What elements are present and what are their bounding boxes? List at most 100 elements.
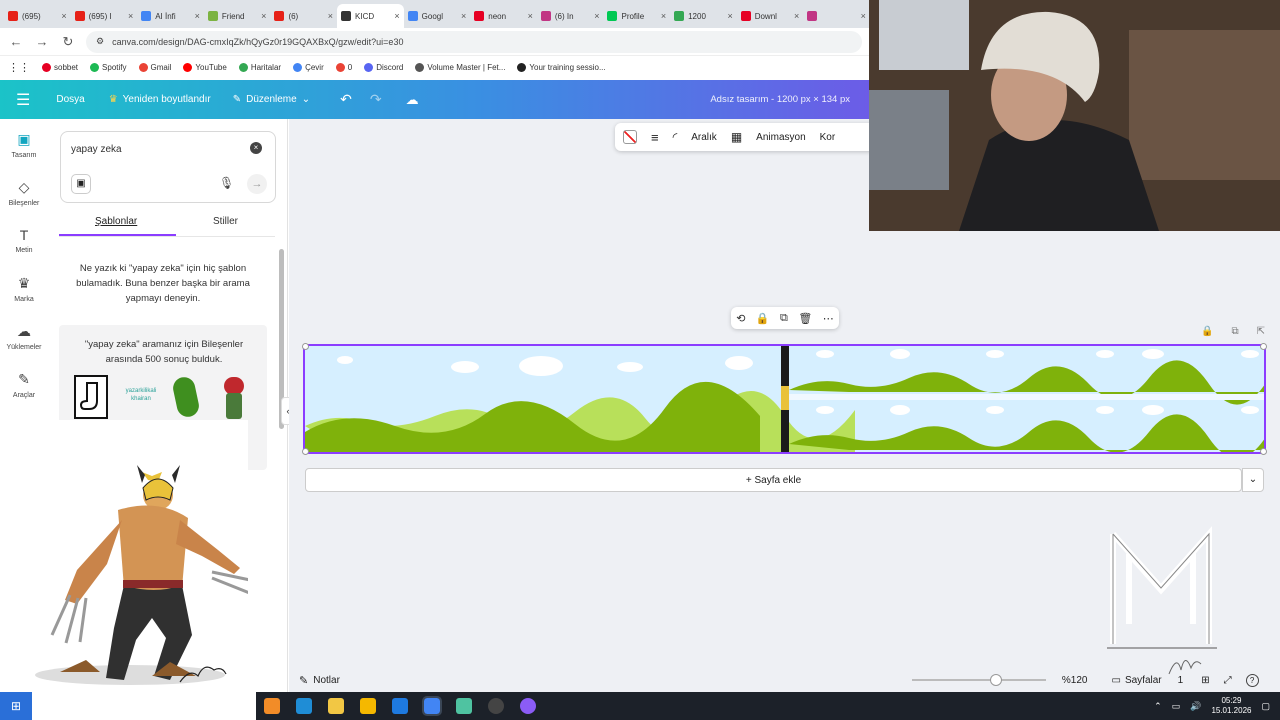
- page-share-icon[interactable]: ⇱: [1257, 326, 1265, 340]
- taskbar-app-icon[interactable]: [520, 698, 536, 714]
- notes-icon[interactable]: ✎: [299, 674, 308, 687]
- url-input[interactable]: ⚙ canva.com/design/DAG-cmxIqZk/hQyGz0r19…: [86, 30, 862, 53]
- selection-handle[interactable]: [1260, 448, 1267, 455]
- taskbar-search[interactable]: [32, 692, 256, 720]
- pages-button[interactable]: Sayfalar: [1125, 675, 1162, 686]
- browser-tab[interactable]: neon ×: [470, 4, 537, 28]
- file-explorer-icon[interactable]: [328, 698, 344, 714]
- browser-tab[interactable]: Friend ×: [204, 4, 271, 28]
- tab-close-icon[interactable]: ×: [394, 11, 399, 21]
- bookmark-item[interactable]: sobbet: [42, 62, 78, 72]
- lock-icon[interactable]: 🔒: [756, 312, 770, 325]
- edge-icon[interactable]: [296, 698, 312, 714]
- bookmark-item[interactable]: Discord: [364, 62, 403, 72]
- duplicate-icon[interactable]: ⧉: [780, 312, 788, 325]
- mail-icon[interactable]: [392, 698, 408, 714]
- edit-mode-button[interactable]: ✎ Düzenleme ⌄: [233, 94, 310, 105]
- bookmark-item[interactable]: Spotify: [90, 62, 127, 72]
- search-input[interactable]: yapay zeka: [71, 144, 122, 155]
- bookmark-item[interactable]: Your training sessio...: [517, 62, 606, 72]
- forward-icon[interactable]: →: [34, 34, 50, 49]
- add-page-button[interactable]: + Sayfa ekle: [305, 468, 1242, 492]
- tab-close-icon[interactable]: ×: [195, 11, 200, 21]
- undo-icon[interactable]: ↶: [340, 91, 352, 108]
- bookmark-item[interactable]: Volume Master | Fet...: [415, 62, 505, 72]
- browser-tab[interactable]: (695) ×: [4, 4, 71, 28]
- sticker-text-thumb[interactable]: yazarkilikali khairan: [117, 387, 165, 403]
- tray-chevron-icon[interactable]: ⌃: [1154, 701, 1162, 712]
- selection-handle[interactable]: [1260, 343, 1267, 350]
- apps-grid-icon[interactable]: ⋮⋮: [8, 61, 30, 74]
- zoom-slider[interactable]: [911, 674, 1046, 686]
- store-icon[interactable]: [360, 698, 376, 714]
- tab-close-icon[interactable]: ×: [727, 11, 732, 21]
- more-toolbar-button[interactable]: Kor: [820, 132, 836, 143]
- taskbar-app-icon[interactable]: [264, 698, 280, 714]
- selection-handle[interactable]: [302, 448, 309, 455]
- microphone-icon[interactable]: 🎙: [219, 176, 234, 190]
- rail-item-ara-lar[interactable]: ✎ Araçlar: [0, 371, 48, 399]
- tab-close-icon[interactable]: ×: [261, 11, 266, 21]
- taskbar-app-icon[interactable]: [488, 698, 504, 714]
- tab-close-icon[interactable]: ×: [861, 11, 866, 21]
- tab-styles[interactable]: Stiller: [213, 216, 238, 227]
- tab-close-icon[interactable]: ×: [528, 11, 533, 21]
- more-icon[interactable]: ⋯: [823, 312, 834, 325]
- bookmark-item[interactable]: YouTube: [183, 62, 227, 72]
- rail-item-y-klemeler[interactable]: ☁ Yüklemeler: [0, 323, 48, 351]
- sticker-sock-thumb[interactable]: [74, 375, 108, 419]
- bookmark-item[interactable]: Gmail: [138, 62, 171, 72]
- rotate-icon[interactable]: ⟲: [736, 312, 745, 325]
- browser-tab[interactable]: Profile ×: [603, 4, 670, 28]
- tab-close-icon[interactable]: ×: [661, 11, 666, 21]
- chrome-icon[interactable]: [422, 696, 442, 716]
- design-page[interactable]: [303, 344, 1266, 454]
- browser-tab[interactable]: (6) ×: [270, 4, 337, 28]
- submit-arrow-icon[interactable]: →: [247, 174, 267, 194]
- rail-item-metin[interactable]: T Metin: [0, 227, 48, 254]
- document-title[interactable]: Adsız tasarım - 1200 px × 134 px: [710, 94, 850, 105]
- fullscreen-icon[interactable]: ⤢: [1224, 675, 1232, 686]
- rail-item-tasar-m[interactable]: ▣ Tasarım: [0, 131, 48, 159]
- rail-item-bile-enler[interactable]: ◇ Bileşenler: [0, 179, 48, 207]
- network-icon[interactable]: ▭: [1172, 701, 1181, 712]
- clear-search-icon[interactable]: ×: [250, 142, 262, 154]
- bookmark-item[interactable]: Haritalar: [238, 62, 281, 72]
- menu-icon[interactable]: ☰: [16, 90, 30, 110]
- grid-view-icon[interactable]: ⊞: [1201, 675, 1209, 686]
- zoom-level[interactable]: %120: [1062, 675, 1088, 686]
- tab-close-icon[interactable]: ×: [594, 11, 599, 21]
- line-weight-icon[interactable]: ≡: [651, 130, 659, 145]
- back-icon[interactable]: ←: [8, 34, 24, 49]
- help-icon[interactable]: ?: [1245, 673, 1259, 687]
- bookmark-item[interactable]: Çevir: [293, 62, 324, 72]
- selection-handle[interactable]: [302, 343, 309, 350]
- page-duplicate-icon[interactable]: ⧉: [1231, 326, 1238, 340]
- browser-tab[interactable]: Googl ×: [404, 4, 471, 28]
- cloud-save-icon[interactable]: ☁: [406, 92, 419, 108]
- page-lock-icon[interactable]: 🔒: [1201, 326, 1213, 340]
- sticker-character-thumb[interactable]: [221, 377, 247, 419]
- reload-icon[interactable]: ↻: [60, 34, 76, 50]
- browser-tab[interactable]: AI İnfi ×: [137, 4, 204, 28]
- notification-icon[interactable]: ▢: [1261, 701, 1270, 712]
- volume-icon[interactable]: 🔊: [1190, 701, 1201, 712]
- add-page-dropdown[interactable]: ⌄: [1242, 468, 1264, 492]
- rail-item-marka[interactable]: ♛ Marka: [0, 275, 48, 303]
- start-button[interactable]: ⊞: [0, 692, 32, 720]
- tab-close-icon[interactable]: ×: [128, 11, 133, 21]
- bookmark-item[interactable]: 0: [335, 62, 352, 72]
- tab-close-icon[interactable]: ×: [61, 11, 66, 21]
- transparency-icon[interactable]: ▦: [731, 130, 742, 144]
- tab-close-icon[interactable]: ×: [328, 11, 333, 21]
- tab-close-icon[interactable]: ×: [794, 11, 799, 21]
- site-info-icon[interactable]: ⚙: [96, 36, 104, 47]
- browser-tab[interactable]: Downl ×: [737, 4, 804, 28]
- tab-templates[interactable]: Şablonlar: [95, 216, 137, 227]
- zoom-slider-thumb[interactable]: [989, 674, 1002, 686]
- pages-icon[interactable]: ▭: [1111, 675, 1120, 686]
- resize-button[interactable]: ♛ Yeniden boyutlandır: [109, 94, 211, 105]
- delete-icon[interactable]: 🗑: [798, 312, 812, 325]
- tab-close-icon[interactable]: ×: [461, 11, 466, 21]
- no-color-icon[interactable]: [623, 130, 637, 144]
